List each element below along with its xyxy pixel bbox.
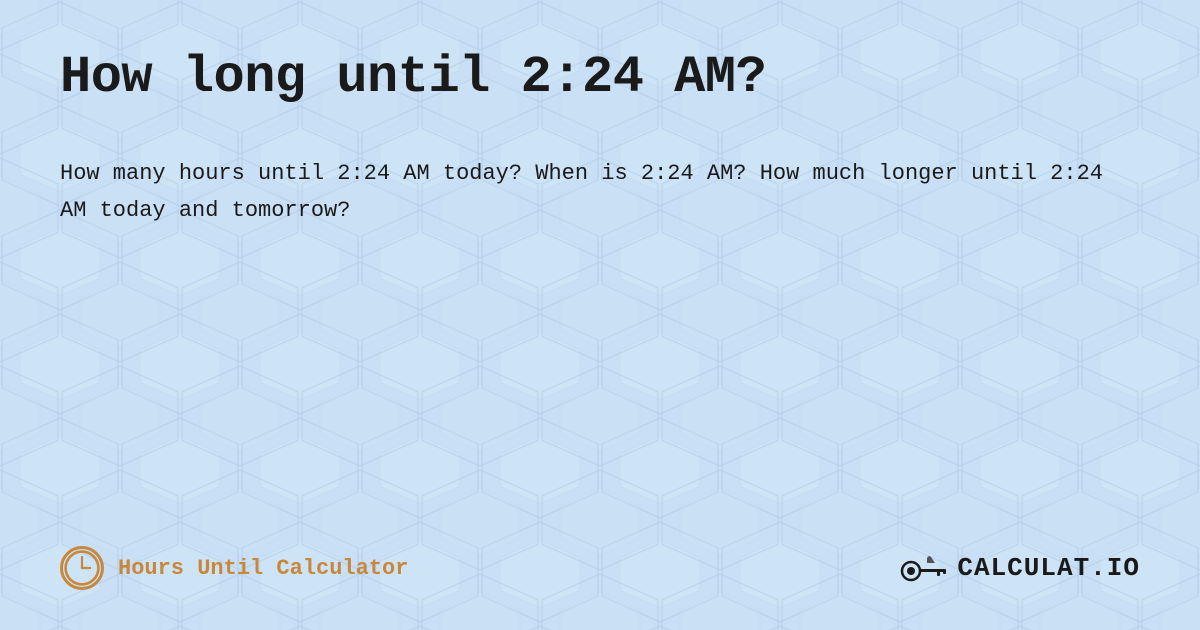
page-description: How many hours until 2:24 AM today? When… (60, 155, 1120, 230)
clock-icon (60, 546, 104, 590)
brand-right: CALCULAT.IO (899, 549, 1140, 587)
calculat-text: CALCULAT.IO (957, 553, 1140, 583)
page-title: How long until 2:24 AM? (60, 48, 1140, 107)
page-footer: Hours Until Calculator CALCULAT.IO (60, 526, 1140, 590)
calculat-logo: CALCULAT.IO (899, 549, 1140, 587)
calculat-icon (899, 549, 951, 587)
brand-label: Hours Until Calculator (118, 556, 408, 581)
brand-left: Hours Until Calculator (60, 546, 408, 590)
